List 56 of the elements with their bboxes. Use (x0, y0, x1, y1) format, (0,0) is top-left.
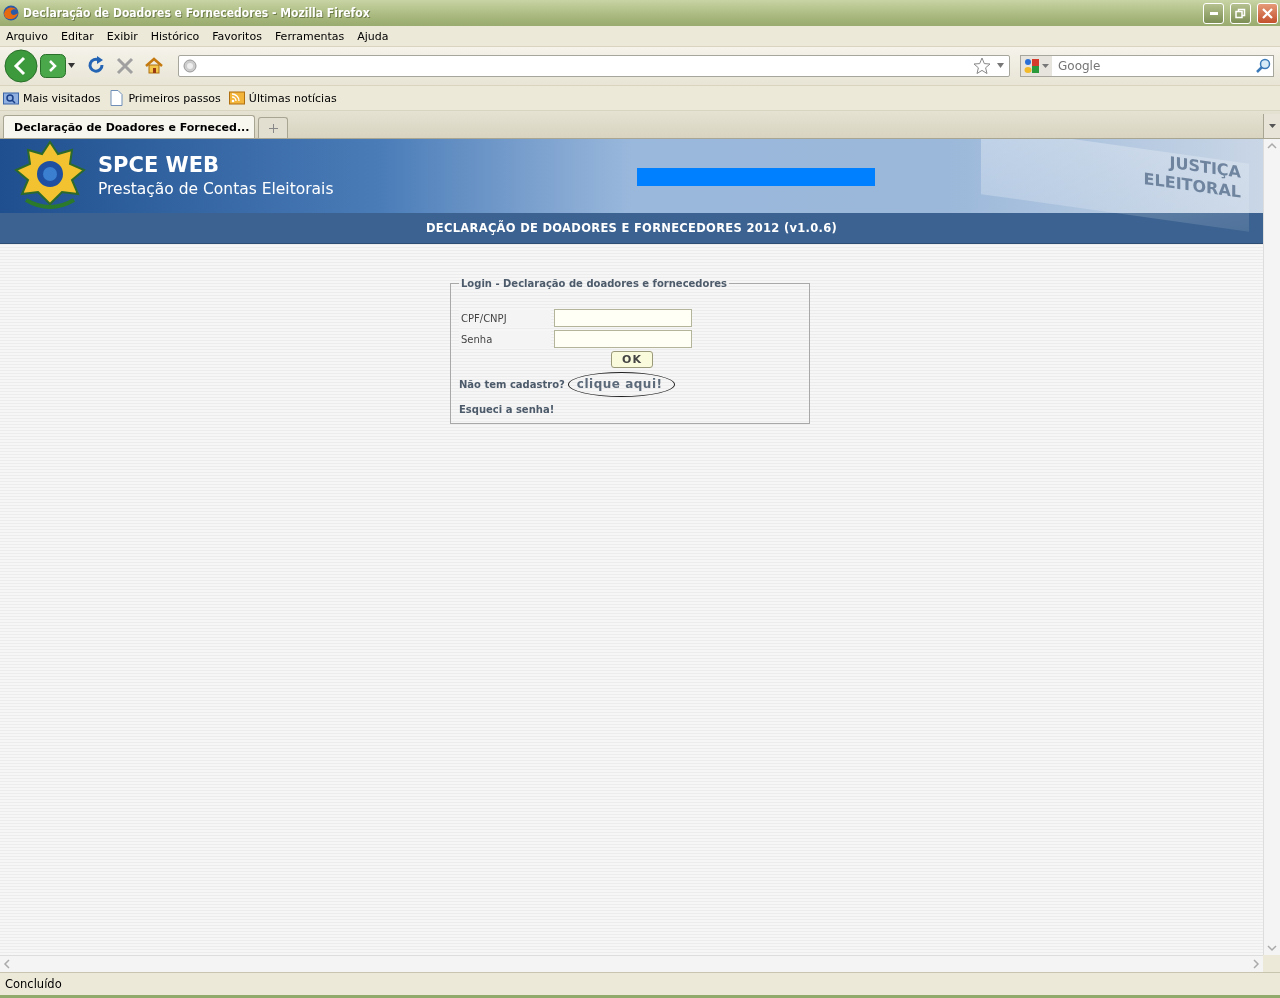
signup-prompt: Não tem cadastro? (459, 379, 565, 390)
dropdown-icon[interactable] (997, 63, 1005, 69)
close-button[interactable] (1257, 2, 1278, 24)
bookmark-link[interactable]: Primeiros passos (108, 90, 221, 106)
page-icon (108, 90, 125, 106)
stop-icon[interactable] (116, 57, 134, 75)
menu-item[interactable]: Arquivo (3, 29, 52, 43)
restore-button[interactable] (1230, 2, 1251, 24)
plus-icon (268, 123, 278, 133)
search-icon[interactable] (1255, 58, 1271, 74)
search-engine-icon[interactable] (1024, 58, 1040, 74)
new-tab-button[interactable] (258, 117, 288, 138)
menu-item[interactable]: Histórico (147, 29, 203, 43)
bookmark-link[interactable]: Mais visitados (3, 90, 101, 106)
window-title: Declaração de Doadores e Fornecedores - Mozilla Firefox (23, 6, 371, 20)
browser-tab[interactable]: Declaração de Doadores e Forneced... (3, 115, 255, 138)
feed-icon (228, 90, 245, 106)
field-label: Senha (459, 330, 551, 348)
menu-item[interactable]: Ferramentas (271, 29, 348, 43)
tab-list-button[interactable] (1263, 114, 1280, 138)
folder-icon (3, 90, 19, 106)
dropdown-icon[interactable] (1042, 63, 1049, 69)
menu-item[interactable]: Ajuda (354, 29, 392, 43)
menu-item[interactable]: Favoritos (209, 29, 265, 43)
minimize-icon (1209, 11, 1218, 15)
back-button[interactable] (4, 49, 38, 83)
field-label: CPF/CNPJ (459, 309, 551, 327)
restore-icon (1235, 7, 1246, 19)
forgot-password-link[interactable]: Esqueci a senha! (459, 404, 555, 415)
history-dropdown-icon[interactable] (68, 63, 76, 69)
login-legend: Login - Declaração de doadores e fornecedores (459, 278, 730, 289)
site-identity-icon[interactable] (183, 59, 197, 73)
dropdown-icon (1268, 124, 1276, 128)
address-bar[interactable] (178, 55, 1010, 77)
menu-item[interactable]: Editar (58, 29, 97, 43)
horizontal-scrollbar[interactable] (0, 955, 1263, 972)
bookmark-link[interactable]: Últimas notícias (228, 90, 337, 106)
coat-of-arms-icon (12, 140, 88, 212)
bookmark-star-icon[interactable] (973, 57, 991, 75)
ok-button[interactable]: OK (611, 351, 653, 368)
minimize-button[interactable] (1203, 2, 1224, 24)
search-field[interactable]: Google (1020, 55, 1274, 77)
home-icon[interactable] (144, 56, 164, 76)
status-text: Concluído (4, 976, 63, 993)
search-input[interactable]: Google (1056, 58, 1251, 74)
input-field[interactable] (554, 330, 692, 348)
menu-item[interactable]: Exibir (103, 29, 141, 43)
page-header-bar: DECLARAÇÃO DE DOADORES E FORNECEDORES 2012 (v1.0.6) (0, 213, 1263, 244)
reload-icon[interactable] (86, 56, 106, 76)
forward-button[interactable] (40, 54, 66, 78)
input-field[interactable] (554, 309, 692, 327)
close-icon (1262, 7, 1273, 19)
site-subtitle: Prestação de Contas Eleitorais (98, 179, 334, 200)
firefox-icon (3, 5, 19, 21)
vertical-scrollbar[interactable] (1263, 139, 1280, 955)
site-title: SPCE WEB (98, 152, 221, 178)
